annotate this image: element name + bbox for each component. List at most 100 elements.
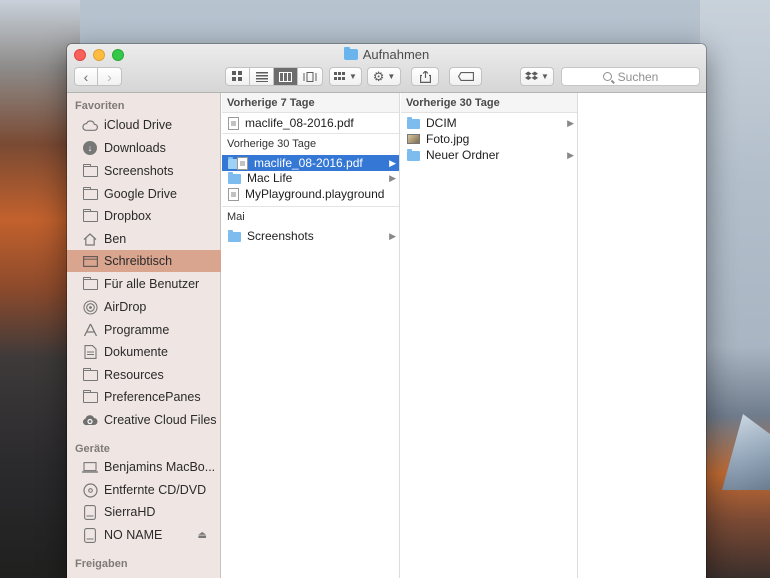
folder-icon — [407, 117, 420, 129]
chevron-down-icon: ▼ — [349, 72, 357, 81]
share-icon — [419, 70, 431, 83]
sidebar-item-ben[interactable]: Ben — [67, 228, 221, 250]
browser-column-3[interactable] — [579, 93, 706, 578]
view-mode-selector — [225, 67, 323, 86]
disc-icon — [82, 482, 98, 498]
chevron-left-icon: ‹ — [83, 68, 89, 85]
disk-icon — [82, 527, 98, 543]
gear-icon: ⚙ — [372, 68, 385, 84]
list-item[interactable]: DCIM ▶ — [401, 115, 577, 131]
titlebar: Aufnahmen ‹ › ▼ ⚙ ▼ ▼ Suchen — [67, 44, 706, 93]
list-item[interactable]: MyPlayground.playground — [222, 186, 399, 202]
sidebar-item-programme[interactable]: Programme — [67, 319, 221, 341]
sidebar-item-resources[interactable]: Resources — [67, 364, 221, 386]
sidebar-item-creative-cloud-files[interactable]: Creative Cloud Files — [67, 409, 221, 431]
creative-cloud-icon — [82, 413, 98, 427]
search-field[interactable]: Suchen — [561, 67, 700, 86]
sidebar-item-sierrahd[interactable]: SierraHD — [67, 501, 221, 523]
sidebar-item-label: PreferencePanes — [104, 390, 201, 404]
folder-icon — [82, 276, 98, 291]
chevron-right-icon: ▶ — [567, 117, 574, 128]
column-group-header: Mai — [222, 206, 399, 226]
sidebar-item-label: Creative Cloud Files — [104, 413, 217, 427]
sidebar-item-label: Entfernte CD/DVD — [104, 483, 207, 497]
list-item-selected[interactable]: maclife_08-2016.pdf ▶ — [222, 155, 399, 171]
laptop-icon — [82, 460, 98, 474]
file-name: Screenshots — [247, 229, 314, 243]
list-item[interactable]: Neuer Ordner ▶ — [401, 147, 577, 163]
dropbox-button[interactable]: ▼ — [520, 67, 554, 86]
sidebar-item-label: Programme — [104, 323, 170, 337]
chevron-right-icon: ▶ — [389, 172, 396, 183]
chevron-down-icon: ▼ — [387, 72, 396, 81]
pdf-file-icon — [237, 156, 248, 170]
list-icon — [255, 71, 268, 82]
icon-view-button[interactable] — [226, 68, 250, 85]
folder-icon — [82, 367, 98, 382]
download-icon: ↓ — [82, 141, 98, 155]
sidebar-item-macbook[interactable]: Benjamins MacBo... — [67, 456, 221, 478]
sidebar-item-preferencepanes[interactable]: PreferencePanes — [67, 386, 221, 408]
chevron-right-icon: ▶ — [389, 157, 396, 168]
column-group-header: Vorherige 30 Tage — [401, 93, 577, 113]
grid-icon — [232, 71, 242, 81]
sidebar-item-dropbox[interactable]: Dropbox — [67, 205, 221, 227]
sidebar-heading-shared: Freigaben — [75, 558, 128, 570]
back-button[interactable]: ‹ — [75, 68, 98, 85]
sidebar-heading-devices: Geräte — [75, 443, 110, 455]
airdrop-icon — [82, 299, 98, 315]
sidebar-item-label: Schreibtisch — [104, 254, 173, 268]
file-name: maclife_08-2016.pdf — [254, 156, 363, 170]
list-view-button[interactable] — [250, 68, 274, 85]
sidebar-item-schreibtisch[interactable]: Schreibtisch — [67, 250, 221, 272]
sidebar-item-label: Resources — [104, 368, 164, 382]
chevron-right-icon: ▶ — [567, 149, 574, 160]
sidebar-item-airdrop[interactable]: AirDrop — [67, 296, 221, 318]
sidebar-item-label: Screenshots — [104, 164, 174, 178]
sidebar-item-no-name[interactable]: NO NAME ⏏ — [67, 524, 221, 546]
chevron-down-icon: ▼ — [541, 72, 549, 81]
sidebar-item-dokumente[interactable]: Dokumente — [67, 341, 221, 363]
desktop-icon — [82, 254, 98, 268]
arrange-button[interactable]: ▼ — [329, 67, 362, 86]
sidebar-item-label: SierraHD — [104, 505, 156, 519]
file-name: MyPlayground.playground — [245, 187, 385, 201]
mountain-peak — [722, 414, 770, 490]
cloud-icon — [82, 118, 98, 132]
sidebar-item-entfernte-cd-dvd[interactable]: Entfernte CD/DVD — [67, 479, 221, 501]
navigation-buttons: ‹ › — [74, 67, 122, 86]
action-button[interactable]: ⚙ ▼ — [367, 67, 401, 86]
folder-icon — [82, 389, 98, 404]
image-file-icon — [407, 134, 420, 144]
sidebar-item-label: Ben — [104, 232, 127, 246]
sidebar-item-label: Downloads — [104, 141, 166, 155]
eject-icon[interactable]: ⏏ — [198, 530, 207, 541]
sidebar-item-label: Für alle Benutzer — [104, 277, 200, 291]
cover-flow-icon — [303, 71, 317, 82]
cover-flow-button[interactable] — [298, 68, 322, 85]
list-item[interactable]: Screenshots ▶ — [222, 228, 399, 244]
arrange-grid-icon — [334, 71, 346, 80]
list-item[interactable]: maclife_08-2016.pdf — [222, 115, 399, 131]
window-title-text: Aufnahmen — [362, 47, 430, 62]
tag-icon — [457, 72, 474, 81]
window-title: Aufnahmen — [67, 47, 706, 63]
sidebar-item-screenshots[interactable]: Screenshots — [67, 160, 221, 182]
file-name: Foto.jpg — [426, 132, 470, 146]
folder-icon — [228, 172, 241, 184]
list-item[interactable]: Foto.jpg — [401, 131, 577, 147]
forward-button[interactable]: › — [98, 68, 121, 85]
column-group-header: Vorherige 7 Tage — [222, 93, 399, 113]
share-button[interactable] — [411, 67, 439, 86]
tags-button[interactable] — [449, 67, 482, 86]
list-item[interactable]: Mac Life ▶ — [222, 170, 399, 186]
sidebar-item-label: Dokumente — [104, 345, 168, 359]
browser-column-1: Vorherige 7 Tage maclife_08-2016.pdf Vor… — [222, 93, 400, 578]
sidebar-item-icloud-drive[interactable]: iCloud Drive — [67, 114, 221, 136]
sidebar-item-google-drive[interactable]: Google Drive — [67, 183, 221, 205]
folder-icon — [82, 208, 98, 223]
sidebar-item-downloads[interactable]: ↓ Downloads — [67, 137, 221, 159]
folder-icon — [82, 163, 98, 178]
column-view-button[interactable] — [274, 68, 298, 85]
sidebar-item-fuer-alle-benutzer[interactable]: Für alle Benutzer — [67, 273, 221, 295]
